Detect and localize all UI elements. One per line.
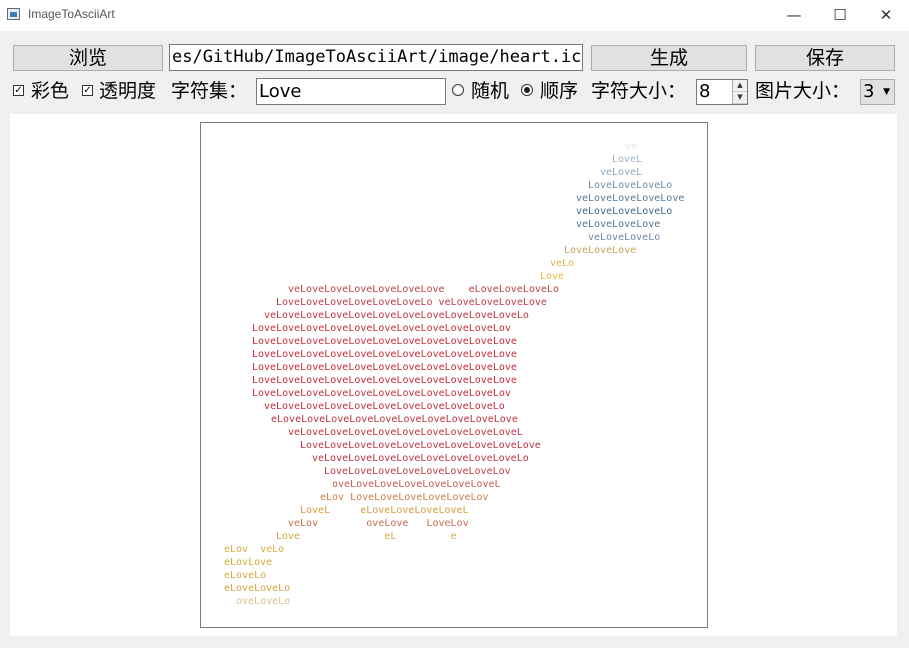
stepper-down-icon[interactable]: ▼ [733,92,747,104]
ascii-art-line: veLoveLoveLoveLoveLoveLoveLoveLoveLoveL [288,427,523,438]
transparency-label: 透明度 [99,80,157,102]
charset-label: 字符集： [171,80,248,102]
color-label: 彩色 [31,80,70,102]
save-button[interactable]: 保存 [755,45,895,71]
color-checkbox[interactable]: ✓ [13,85,24,96]
ascii-art-line: veLoveLoveLo [588,232,661,243]
charset-input[interactable]: Love [256,78,446,105]
ascii-art-line: veLo [550,258,575,269]
ascii-art-line: ve [625,141,638,152]
ascii-art-line: LoveLoveLove [564,245,637,256]
ascii-art-line: veLoveLoveLoveLoveLoveLoveLoveLoveLoveLo… [264,310,529,321]
image-size-select[interactable]: 3 ▼ [860,79,895,105]
image-size-value: 3 [863,81,875,102]
ascii-art-line: LoveLoveLoveLoveLoveLoveLoveLov [324,466,511,477]
ascii-art-line: veLoveLoveLoveLove [576,193,685,204]
ascii-art-line: Love [540,271,565,282]
ascii-art-line: veLoveLoveLoveLo [576,206,673,217]
ascii-art-line: LoveL eLoveLoveLoveLoveL [300,505,469,516]
ascii-art-line: oveLoveLoveLoveLoveLoveLoveL [332,479,501,490]
ascii-art-line: LoveLoveLoveLoveLoveLoveLoveLoveLoveLove… [252,375,517,386]
order-radio[interactable] [521,84,533,96]
random-radio[interactable] [452,84,464,96]
chevron-down-icon: ▼ [883,87,890,97]
title-bar: ImageToAsciiArt — ☐ ✕ [0,0,909,31]
ascii-art-line: veLoveLoveLoveLoveLoveLove eLoveLoveLove… [288,284,559,295]
char-size-label: 字符大小： [591,80,687,102]
ascii-art-preview: ve LoveL veLoveL LoveLoveLoveLo veLoveLoveLo… [200,122,708,628]
ascii-art-line: LoveLoveLoveLoveLoveLoveLo veLoveLoveLov… [276,297,547,308]
char-size-stepper[interactable]: ▲ ▼ [732,80,747,104]
window-title: ImageToAsciiArt [28,7,115,21]
ascii-art-line: eLoveLo [224,570,267,581]
ascii-art-line: veLov oveLove LoveLov [288,518,469,529]
ascii-art-line: LoveLoveLoveLoveLoveLoveLoveLoveLoveLove… [252,388,511,399]
ascii-art-line: veLoveLoveLoveLoveLoveLoveLoveLoveLoveLo [264,401,505,412]
file-path-input[interactable]: es/GitHub/ImageToAsciiArt/image/heart.ic… [169,44,583,71]
browse-button[interactable]: 浏览 [13,45,163,71]
ascii-art-line: veLoveL [600,167,643,178]
minimize-button[interactable]: — [771,0,817,31]
close-button[interactable]: ✕ [863,0,909,31]
app-window-icon [7,8,20,20]
generate-button[interactable]: 生成 [591,45,747,71]
image-size-label: 图片大小： [755,80,851,102]
ascii-art-line: LoveLoveLoveLoveLoveLoveLoveLoveLoveLove… [252,362,517,373]
ascii-art-line: LoveLoveLoveLoveLoveLoveLoveLoveLoveLove… [252,336,517,347]
stepper-up-icon[interactable]: ▲ [733,80,747,92]
ascii-art-line: veLoveLoveLove [576,219,661,230]
ascii-art-line: LoveL [612,154,643,165]
ascii-art-line: LoveLoveLoveLoveLoveLoveLoveLoveLoveLove… [252,349,517,360]
ascii-art-line: veLoveLoveLoveLoveLoveLoveLoveLoveLo [312,453,529,464]
ascii-art-line: oveLoveLo [236,596,291,607]
ascii-art-line: LoveLoveLoveLo [588,180,673,191]
ascii-art-line: eLoveLoveLo [224,583,291,594]
ascii-art-line: eLov veLo [224,544,285,555]
ascii-art-line: eLov LoveLoveLoveLoveLoveLov [320,492,489,503]
order-label: 顺序 [540,80,579,102]
ascii-art-line: Love eL e [276,531,457,542]
random-label: 随机 [471,80,510,102]
ascii-art-line: LoveLoveLoveLoveLoveLoveLoveLoveLoveLove [300,440,541,451]
ascii-art-line: eLovLove [224,557,273,568]
transparency-checkbox[interactable]: ✓ [82,85,93,96]
char-size-value: 8 [699,81,711,102]
ascii-art-line: eLoveLoveLoveLoveLoveLoveLoveLoveLoveLov… [271,414,518,425]
maximize-button[interactable]: ☐ [817,0,863,31]
ascii-art-line: LoveLoveLoveLoveLoveLoveLoveLoveLoveLove… [252,323,511,334]
